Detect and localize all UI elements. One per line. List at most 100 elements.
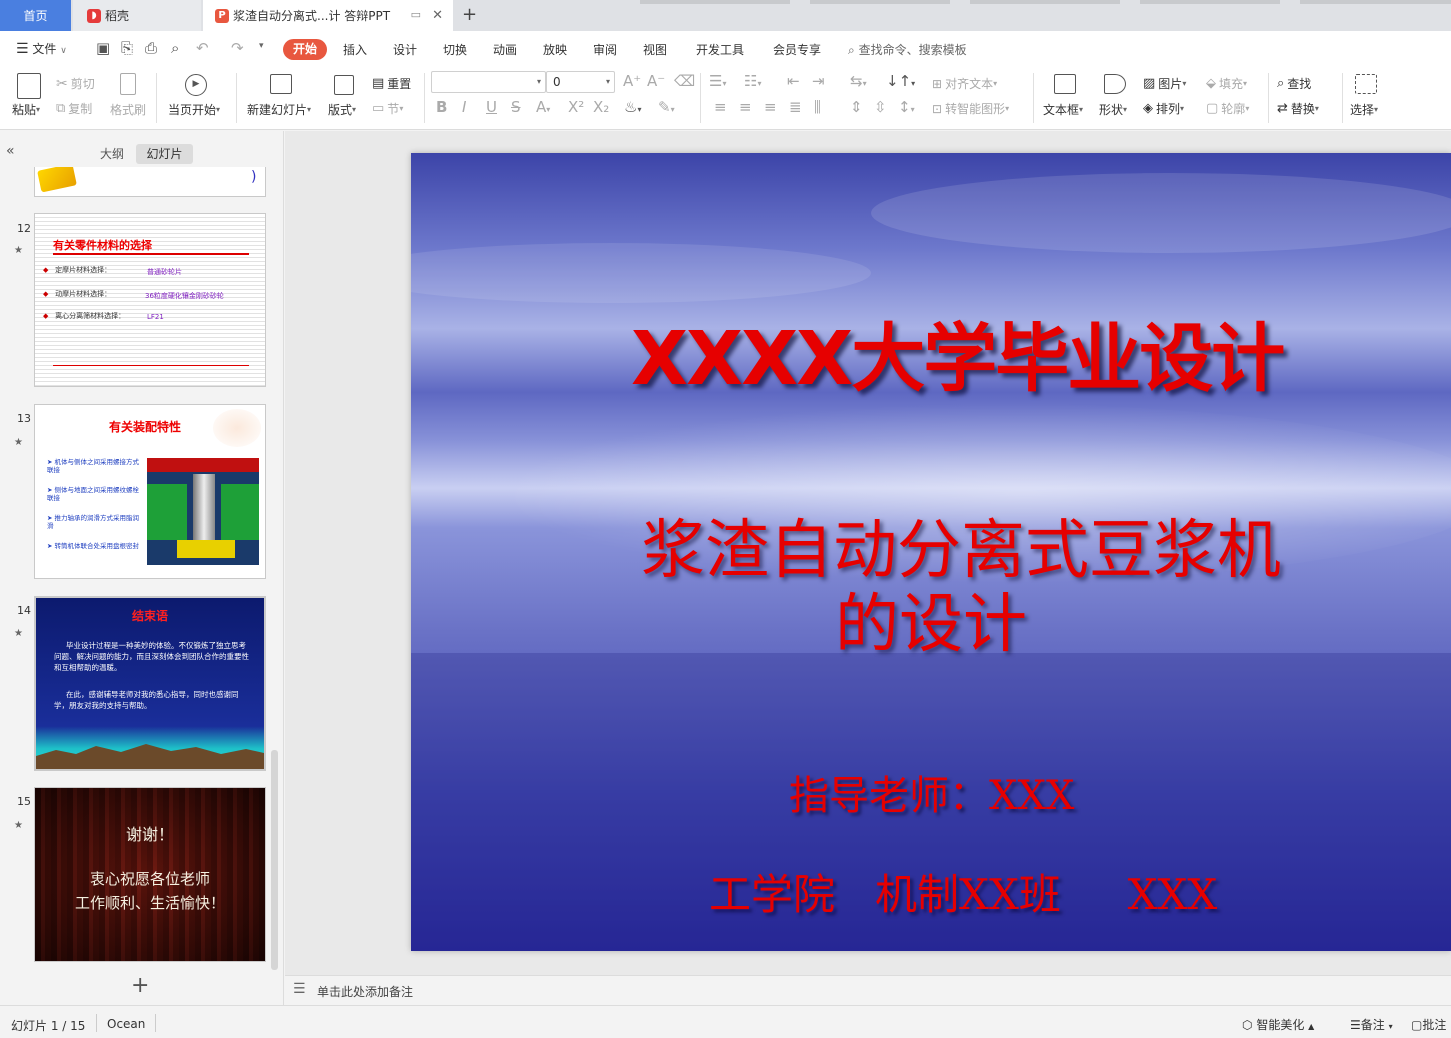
- print-icon[interactable]: ⎙: [145, 39, 157, 57]
- notes-toggle-button[interactable]: ☰备注 ▾: [1350, 1016, 1393, 1033]
- arrange-button[interactable]: ◈ 排列 ▾: [1143, 100, 1184, 117]
- bullet-list-icon[interactable]: ☰▾: [709, 72, 726, 90]
- collapse-panel-icon[interactable]: «: [6, 143, 15, 159]
- slide-title[interactable]: XXXX大学毕业设计: [631, 299, 1285, 406]
- grow-font-icon[interactable]: A⁺: [623, 72, 641, 90]
- picture-button[interactable]: ▨ 图片 ▾: [1143, 75, 1186, 92]
- spacing-options-icon[interactable]: ↕▾: [898, 98, 915, 116]
- pin-icon[interactable]: ▭: [411, 8, 421, 21]
- subscript-icon[interactable]: X₂: [593, 98, 609, 116]
- add-slide-button[interactable]: +: [131, 973, 149, 998]
- notes-placeholder[interactable]: 单击此处添加备注: [317, 983, 413, 1000]
- paragraph-spacing-icon[interactable]: ⇳: [874, 98, 887, 116]
- tab-member[interactable]: 会员专享: [773, 41, 821, 58]
- command-search[interactable]: ⌕ 查找命令、搜索模板: [848, 41, 967, 58]
- bold-icon[interactable]: B: [436, 98, 447, 116]
- tab-home[interactable]: 首页: [0, 0, 71, 31]
- reset-button[interactable]: ▤ 重置: [372, 75, 411, 92]
- smart-beautify-button[interactable]: ⬡ 智能美化 ▲: [1242, 1016, 1314, 1033]
- undo-icon[interactable]: ↶: [196, 39, 209, 57]
- from-current-button[interactable]: 当页开始 ▾: [168, 101, 220, 118]
- decrease-indent-icon[interactable]: ⇤: [787, 72, 800, 90]
- new-tab-button[interactable]: +: [462, 4, 477, 25]
- slide-thumbnail-14[interactable]: 结束语 毕业设计过程是一种美妙的体验。不仅锻炼了独立思考问题、解决问题的能力，而…: [34, 596, 266, 771]
- slide-1[interactable]: XXXX大学毕业设计 浆渣自动分离式豆浆机 的设计 指导老师：XXX 工学院 机…: [411, 153, 1451, 951]
- section-button[interactable]: ▭ 节 ▾: [372, 100, 403, 117]
- new-slide-button[interactable]: 新建幻灯片 ▾: [247, 101, 311, 118]
- layout-button[interactable]: 版式 ▾: [328, 101, 356, 118]
- slide-thumbnail-13[interactable]: 有关装配特性 ➤ 机体与侧体之间采用螺接方式联接 ➤ 侧体与地面之间采用螺纹螺栓…: [34, 404, 266, 579]
- new-slide-icon[interactable]: [270, 74, 292, 94]
- shapes-button[interactable]: 形状 ▾: [1099, 101, 1127, 118]
- layout-icon[interactable]: [334, 75, 354, 95]
- find-button[interactable]: ⌕ 查找: [1277, 75, 1311, 92]
- select-icon[interactable]: [1355, 74, 1377, 94]
- superscript-icon[interactable]: X²: [568, 98, 584, 116]
- redo-icon[interactable]: ↷: [231, 39, 244, 57]
- justify-icon[interactable]: ≣: [789, 98, 802, 116]
- tab-developer[interactable]: 开发工具: [696, 41, 744, 58]
- print-preview-icon[interactable]: ⌕: [171, 39, 179, 57]
- align-center-icon[interactable]: ≡: [739, 98, 752, 116]
- tab-animation[interactable]: 动画: [493, 41, 517, 58]
- paste-icon[interactable]: [17, 73, 41, 99]
- tab-docer[interactable]: ◗ 稻壳: [73, 0, 201, 31]
- slide-advisor[interactable]: 指导老师：XXX: [789, 763, 1074, 821]
- slide-thumbnail-15[interactable]: 谢谢！ 衷心祝愿各位老师 工作顺利、生活愉快！: [34, 787, 266, 962]
- fill-button[interactable]: ⬙ 填充 ▾: [1206, 75, 1247, 92]
- tab-outline[interactable]: 大纲: [92, 144, 132, 164]
- sort-icon[interactable]: ↓↑▾: [886, 72, 915, 90]
- tab-insert[interactable]: 插入: [343, 41, 367, 58]
- paste-button[interactable]: 粘贴 ▾: [12, 101, 40, 118]
- align-right-icon[interactable]: ≡: [764, 98, 777, 116]
- text-box-icon[interactable]: [1054, 74, 1076, 94]
- font-family-select[interactable]: ▾: [431, 71, 546, 93]
- align-left-icon[interactable]: ≡: [714, 98, 727, 116]
- tab-ppt-file[interactable]: P 浆渣自动分离式...计 答辩PPT ▭ ✕: [203, 0, 453, 31]
- replace-button[interactable]: ⇄ 替换 ▾: [1277, 100, 1319, 117]
- format-painter-button[interactable]: 格式刷: [110, 101, 146, 118]
- eraser-icon[interactable]: ⌫: [674, 72, 695, 90]
- distribute-icon[interactable]: ⫼: [814, 98, 821, 116]
- to-smartart-button[interactable]: ⊡ 转智能图形 ▾: [932, 100, 1009, 117]
- copy-button[interactable]: ⧉ 复制: [56, 100, 92, 117]
- increase-indent-icon[interactable]: ⇥: [812, 72, 825, 90]
- slide-class-info[interactable]: 工学院 机制XX班 XXX: [709, 861, 1217, 922]
- close-icon[interactable]: ✕: [432, 8, 443, 23]
- format-painter-icon[interactable]: [120, 73, 136, 95]
- save-icon[interactable]: ▣: [96, 39, 110, 57]
- italic-icon[interactable]: I: [462, 98, 466, 116]
- tab-design[interactable]: 设计: [393, 41, 417, 58]
- tab-review[interactable]: 审阅: [593, 41, 617, 58]
- text-box-button[interactable]: 文本框 ▾: [1043, 101, 1083, 118]
- line-spacing-icon[interactable]: ⇕: [850, 98, 863, 116]
- quick-access-more-icon[interactable]: ▾: [259, 41, 264, 51]
- tab-slideshow[interactable]: 放映: [543, 41, 567, 58]
- text-direction-icon[interactable]: ⇆▾: [850, 72, 867, 90]
- panel-scrollbar[interactable]: [271, 750, 278, 970]
- slide-subtitle-line-2[interactable]: 的设计: [631, 573, 1231, 665]
- file-menu[interactable]: ☰ 文件 ∨: [16, 40, 67, 57]
- outline-button[interactable]: ▢ 轮廓 ▾: [1206, 100, 1249, 117]
- slide-thumbnail-11[interactable]: ): [34, 167, 266, 197]
- tab-slides[interactable]: 幻灯片: [136, 144, 193, 164]
- shrink-font-icon[interactable]: A⁻: [647, 72, 665, 90]
- notes-bar[interactable]: ☰ 单击此处添加备注: [285, 975, 1451, 1005]
- numbered-list-icon[interactable]: ☷▾: [744, 72, 761, 90]
- export-icon[interactable]: ⎘: [121, 39, 133, 57]
- play-icon[interactable]: ▶: [185, 74, 207, 96]
- slide-thumbnail-12[interactable]: 有关零件材料的选择 ◆ 定摩片材料选择： 普通砂轮片 ◆ 动摩片材料选择： 36…: [34, 213, 266, 387]
- highlight-icon[interactable]: ✎▾: [658, 98, 675, 116]
- tab-view[interactable]: 视图: [643, 41, 667, 58]
- comments-toggle-button[interactable]: ▢批注: [1411, 1016, 1446, 1033]
- select-button[interactable]: 选择 ▾: [1350, 101, 1378, 118]
- cut-button[interactable]: ✂ 剪切: [56, 75, 95, 92]
- align-text-button[interactable]: ⊞ 对齐文本 ▾: [932, 75, 997, 92]
- tab-home-ribbon[interactable]: 开始: [283, 39, 327, 60]
- font-color-icon[interactable]: A▾: [536, 98, 550, 116]
- phonetic-icon[interactable]: ♨▾: [624, 98, 641, 116]
- shapes-icon[interactable]: [1104, 74, 1126, 94]
- underline-icon[interactable]: U: [486, 98, 497, 116]
- tab-transition[interactable]: 切换: [443, 41, 467, 58]
- strikethrough-icon[interactable]: S: [511, 98, 521, 116]
